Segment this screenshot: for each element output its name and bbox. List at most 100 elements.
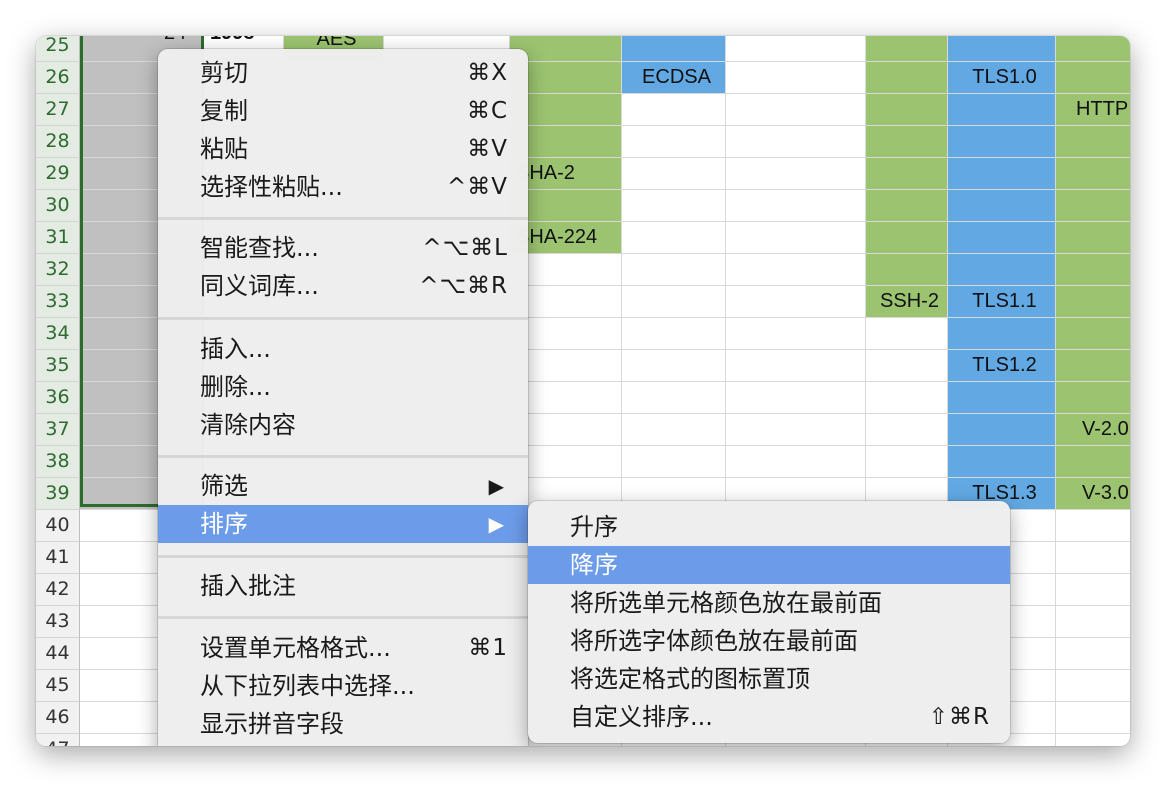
row-header[interactable]: 42	[36, 574, 80, 606]
grid-cell[interactable]	[726, 350, 866, 382]
submenu-item-font-color-top[interactable]: 将所选字体颜色放在最前面	[528, 622, 1010, 660]
cell-v30[interactable]: V-3.0	[1056, 478, 1130, 510]
grid-cell[interactable]	[866, 382, 948, 414]
grid-cell[interactable]	[1056, 254, 1130, 286]
menu-item-sort[interactable]: 排序 ▶	[158, 505, 528, 543]
menu-item-show-phonetic[interactable]: 显示拼音字段	[158, 705, 528, 743]
grid-cell[interactable]	[622, 414, 726, 446]
grid-cell[interactable]	[726, 190, 866, 222]
grid-cell[interactable]	[726, 446, 866, 478]
row-header[interactable]: 35	[36, 350, 80, 382]
menu-item-paste[interactable]: 粘贴 ⌘V	[158, 130, 528, 168]
submenu-item-descending[interactable]: 降序	[528, 546, 1010, 584]
grid-cell[interactable]	[726, 36, 866, 62]
grid-cell[interactable]	[726, 126, 866, 158]
grid-cell[interactable]	[726, 158, 866, 190]
cell-ecdsa[interactable]: ECDSA	[622, 62, 726, 94]
menu-item-filter[interactable]: 筛选 ▶	[158, 467, 528, 505]
row-header[interactable]: 31	[36, 222, 80, 254]
grid-cell[interactable]	[726, 414, 866, 446]
row-header[interactable]: 44	[36, 638, 80, 670]
grid-cell[interactable]	[622, 94, 726, 126]
grid-cell[interactable]	[1056, 734, 1130, 746]
grid-cell[interactable]	[1056, 350, 1130, 382]
grid-cell[interactable]	[866, 254, 948, 286]
submenu-item-icon-top[interactable]: 将选定格式的图标置顶	[528, 660, 1010, 698]
grid-cell[interactable]	[726, 382, 866, 414]
grid-cell[interactable]	[948, 94, 1056, 126]
grid-cell[interactable]	[948, 446, 1056, 478]
grid-cell[interactable]	[1056, 126, 1130, 158]
grid-cell[interactable]	[1056, 670, 1130, 702]
grid-cell[interactable]	[622, 350, 726, 382]
grid-cell[interactable]	[948, 382, 1056, 414]
menu-item-thesaurus[interactable]: 同义词库... ^⌥⌘R	[158, 267, 528, 305]
cell-tls10[interactable]: TLS1.0	[948, 62, 1056, 94]
grid-cell[interactable]	[1056, 702, 1130, 734]
row-header[interactable]: 26	[36, 62, 80, 94]
grid-cell[interactable]	[622, 254, 726, 286]
grid-cell[interactable]	[948, 158, 1056, 190]
menu-item-smart-lookup[interactable]: 智能查找... ^⌥⌘L	[158, 229, 528, 267]
grid-cell[interactable]	[622, 36, 726, 62]
grid-cell[interactable]	[948, 414, 1056, 446]
grid-cell[interactable]	[1056, 222, 1130, 254]
menu-item-insert-comment[interactable]: 插入批注	[158, 567, 528, 605]
grid-cell[interactable]	[866, 190, 948, 222]
grid-cell[interactable]	[1056, 510, 1130, 542]
menu-item-clear-contents[interactable]: 清除内容	[158, 406, 528, 444]
row-header[interactable]: 33	[36, 286, 80, 318]
grid-cell[interactable]	[1056, 190, 1130, 222]
grid-cell[interactable]	[948, 254, 1056, 286]
grid-cell[interactable]	[948, 318, 1056, 350]
menu-item-delete[interactable]: 删除...	[158, 368, 528, 406]
grid-cell[interactable]	[1056, 36, 1130, 62]
row-header[interactable]: 40	[36, 510, 80, 542]
grid-cell[interactable]	[866, 350, 948, 382]
grid-cell[interactable]	[726, 222, 866, 254]
submenu-item-ascending[interactable]: 升序	[528, 508, 1010, 546]
grid-cell[interactable]	[948, 126, 1056, 158]
grid-cell[interactable]	[866, 446, 948, 478]
grid-cell[interactable]	[622, 222, 726, 254]
menu-item-pick-from-list[interactable]: 从下拉列表中选择...	[158, 667, 528, 705]
submenu-item-cell-color-top[interactable]: 将所选单元格颜色放在最前面	[528, 584, 1010, 622]
row-header[interactable]: 47	[36, 734, 80, 746]
grid-cell[interactable]	[726, 254, 866, 286]
menu-item-copy[interactable]: 复制 ⌘C	[158, 92, 528, 130]
grid-cell[interactable]	[1056, 318, 1130, 350]
cell-http[interactable]: HTTP	[1056, 94, 1130, 126]
row-header[interactable]: 38	[36, 446, 80, 478]
cell-tls12[interactable]: TLS1.2	[948, 350, 1056, 382]
grid-cell[interactable]	[726, 318, 866, 350]
row-header[interactable]: 28	[36, 126, 80, 158]
cell-v20[interactable]: V-2.0	[1056, 414, 1130, 446]
row-header[interactable]: 43	[36, 606, 80, 638]
grid-cell[interactable]	[1056, 382, 1130, 414]
grid-cell[interactable]	[948, 190, 1056, 222]
grid-cell[interactable]	[866, 36, 948, 62]
grid-cell[interactable]	[1056, 606, 1130, 638]
menu-item-cut[interactable]: 剪切 ⌘X	[158, 54, 528, 92]
cell-tls11[interactable]: TLS1.1	[948, 286, 1056, 318]
grid-cell[interactable]	[866, 318, 948, 350]
grid-cell[interactable]	[622, 158, 726, 190]
grid-cell[interactable]	[726, 62, 866, 94]
grid-cell[interactable]	[1056, 158, 1130, 190]
row-header[interactable]: 45	[36, 670, 80, 702]
grid-cell[interactable]	[866, 126, 948, 158]
grid-cell[interactable]	[622, 446, 726, 478]
grid-cell[interactable]	[1056, 638, 1130, 670]
grid-cell[interactable]	[726, 94, 866, 126]
grid-cell[interactable]	[866, 414, 948, 446]
grid-cell[interactable]	[1056, 286, 1130, 318]
menu-item-insert[interactable]: 插入...	[158, 330, 528, 368]
row-header[interactable]: 27	[36, 94, 80, 126]
grid-cell[interactable]	[726, 286, 866, 318]
row-header[interactable]: 30	[36, 190, 80, 222]
menu-item-paste-special[interactable]: 选择性粘贴... ^⌘V	[158, 168, 528, 206]
row-header[interactable]: 36	[36, 382, 80, 414]
grid-cell[interactable]	[866, 94, 948, 126]
row-header[interactable]: 37	[36, 414, 80, 446]
cell-ssh2[interactable]: SSH-2	[866, 286, 948, 318]
